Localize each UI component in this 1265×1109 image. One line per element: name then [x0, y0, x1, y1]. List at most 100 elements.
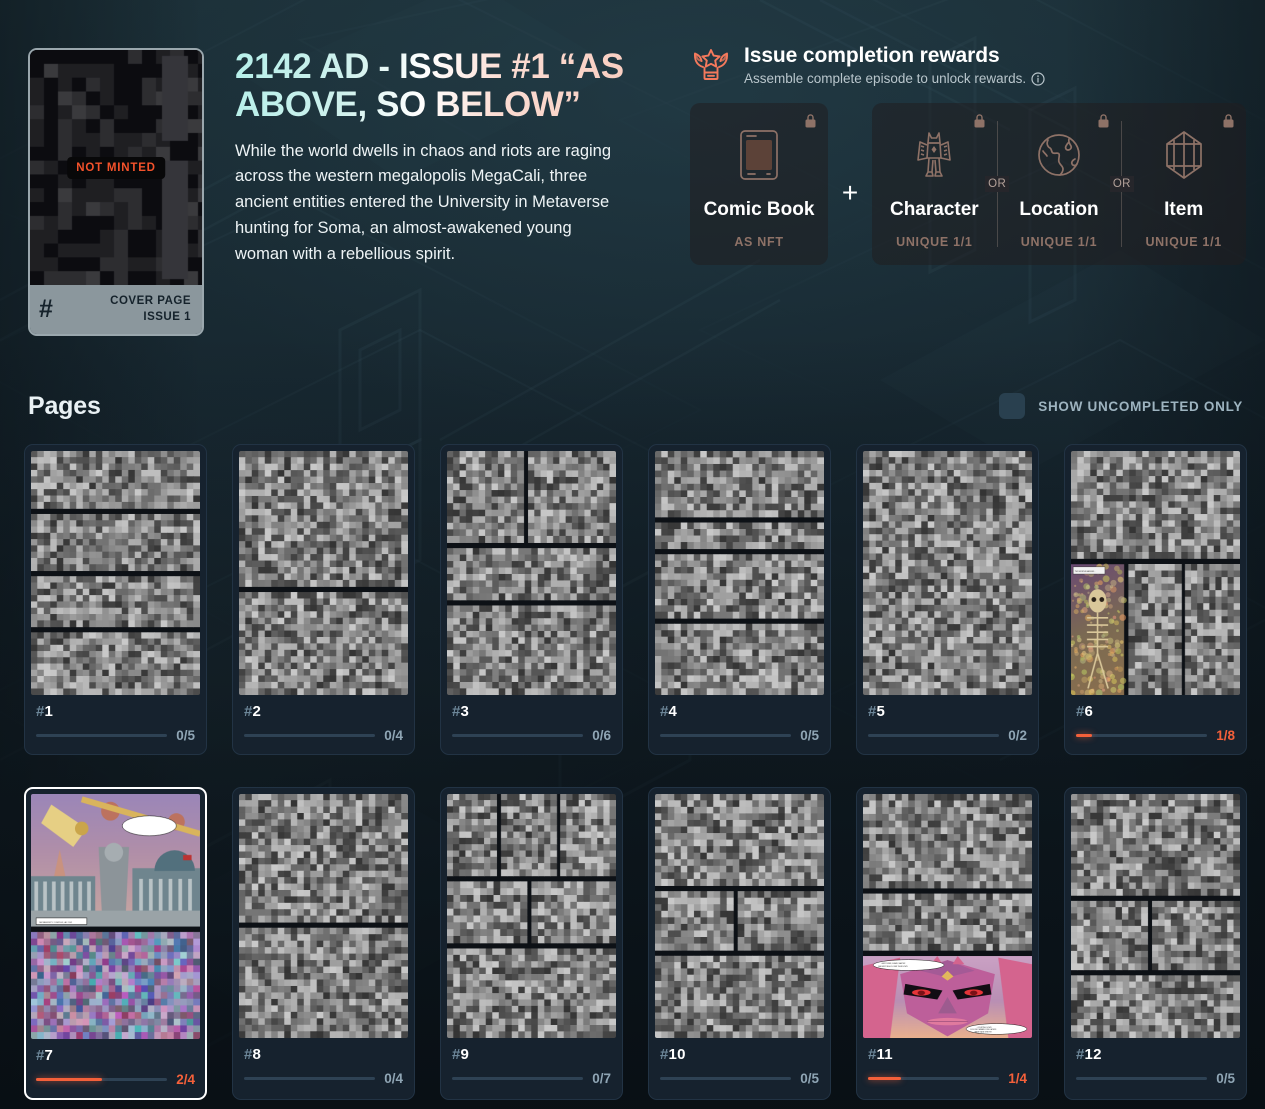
- page-number-value: 5: [876, 703, 886, 720]
- progress-track: [660, 1077, 792, 1080]
- reward-tag: UNIQUE 1/1: [1145, 235, 1222, 249]
- page-panels-art: [31, 794, 200, 1039]
- reward-tag: AS NFT: [734, 235, 784, 249]
- page-card-footer: #12 0/5: [1071, 1038, 1240, 1097]
- page-card-footer: #5 0/2: [863, 695, 1032, 754]
- progress-track: [1076, 1077, 1208, 1080]
- page-panels-art: [447, 451, 616, 695]
- page-card-10[interactable]: #10 0/5: [648, 787, 831, 1100]
- hash-icon: #: [660, 1046, 669, 1063]
- hash-icon: #: [868, 703, 877, 720]
- page-card-12[interactable]: #12 0/5: [1064, 787, 1247, 1100]
- page-card-9[interactable]: #9 0/7: [440, 787, 623, 1100]
- page-card-4[interactable]: #4 0/5: [648, 444, 831, 755]
- page-number-value: 6: [1084, 703, 1094, 720]
- page-thumbnail[interactable]: [1071, 451, 1240, 695]
- page-panels-art: [863, 794, 1032, 1038]
- page-number: #9: [452, 1047, 611, 1062]
- reward-card-item[interactable]: Item UNIQUE 1/1: [1121, 103, 1246, 265]
- page-number-value: 7: [44, 1047, 54, 1064]
- page-card-footer: #4 0/5: [655, 695, 824, 754]
- page-thumbnail[interactable]: [239, 451, 408, 695]
- hash-icon: #: [244, 703, 253, 720]
- show-uncompleted-checkbox[interactable]: [999, 393, 1026, 419]
- page-number: #3: [452, 704, 611, 719]
- reward-card-location[interactable]: Location UNIQUE 1/1 OR: [997, 103, 1134, 265]
- page-number: #8: [244, 1047, 403, 1062]
- page-progress: 0/7: [452, 1071, 611, 1086]
- page-thumbnail[interactable]: [31, 794, 200, 1039]
- hash-icon: #: [36, 703, 45, 720]
- issue-info: 2142 AD - Issue #1 “As above, so below” …: [235, 48, 627, 267]
- cover-page-card[interactable]: NOT MINTED # COVER PAGE ISSUE 1: [28, 48, 204, 336]
- page-thumbnail[interactable]: [863, 794, 1032, 1038]
- page-card-8[interactable]: #8 0/4: [232, 787, 415, 1100]
- hash-icon: #: [452, 703, 461, 720]
- reward-tag: UNIQUE 1/1: [1020, 235, 1098, 249]
- issue-description: While the world dwells in chaos and riot…: [235, 141, 612, 263]
- progress-fill: [1076, 734, 1093, 737]
- page-thumbnail[interactable]: [447, 451, 616, 695]
- comic-book-icon: [739, 127, 779, 183]
- page-card-footer: #7 2/4: [31, 1039, 200, 1098]
- page-panels-art: [1071, 794, 1240, 1038]
- page-number: #7: [36, 1048, 195, 1063]
- progress-count: 0/4: [384, 728, 403, 743]
- page-progress: 0/4: [244, 1071, 403, 1086]
- page-thumbnail[interactable]: [447, 794, 616, 1038]
- page-number-value: 9: [460, 1046, 470, 1063]
- page-thumbnail[interactable]: [1071, 794, 1240, 1038]
- page-card-11[interactable]: #11 1/4: [856, 787, 1039, 1100]
- page-panels-art: [447, 794, 616, 1038]
- page-card-1[interactable]: #1 0/5: [24, 444, 207, 755]
- show-uncompleted-only-toggle[interactable]: SHOW UNCOMPLETED ONLY: [999, 393, 1243, 419]
- page-number-value: 10: [668, 1046, 686, 1063]
- page-card-3[interactable]: #3 0/6: [440, 444, 623, 755]
- page-thumbnail[interactable]: [863, 451, 1032, 695]
- rewards-header: Issue completion rewards Assemble comple…: [690, 42, 1246, 89]
- info-icon[interactable]: [1031, 71, 1045, 86]
- page-card-6[interactable]: #6 1/8: [1064, 444, 1247, 755]
- reward-card-comic-book[interactable]: Comic Book AS NFT: [690, 103, 828, 265]
- page-card-5[interactable]: #5 0/2: [856, 444, 1039, 755]
- reward-name: Comic Book: [703, 199, 815, 220]
- page-card-footer: #6 1/8: [1071, 695, 1240, 754]
- page-number-value: 12: [1084, 1046, 1102, 1063]
- page-progress: 0/5: [660, 1071, 819, 1086]
- issue-completion-rewards-panel: Issue completion rewards Assemble comple…: [690, 42, 1246, 265]
- page-card-footer: #1 0/5: [31, 695, 200, 754]
- reward-tag: UNIQUE 1/1: [896, 235, 973, 249]
- hash-icon: #: [36, 1047, 45, 1064]
- progress-track: [1076, 734, 1208, 737]
- cover-thumbnail[interactable]: NOT MINTED: [30, 50, 202, 285]
- page-progress: 0/2: [868, 728, 1027, 743]
- page-card-footer: #3 0/6: [447, 695, 616, 754]
- progress-count: 1/4: [1008, 1071, 1027, 1086]
- page-thumbnail[interactable]: [655, 794, 824, 1038]
- page-thumbnail[interactable]: [31, 451, 200, 695]
- page-card-2[interactable]: #2 0/4: [232, 444, 415, 755]
- page-progress: 2/4: [36, 1072, 195, 1087]
- page-thumbnail[interactable]: [239, 794, 408, 1038]
- progress-track: [36, 734, 168, 737]
- page-thumbnail[interactable]: [655, 451, 824, 695]
- hash-icon: #: [244, 1046, 253, 1063]
- pages-toolbar: Pages SHOW UNCOMPLETED ONLY: [0, 385, 1265, 427]
- progress-track: [868, 1077, 1000, 1080]
- page-progress: 1/4: [868, 1071, 1027, 1086]
- cover-label-line2: ISSUE 1: [143, 310, 191, 323]
- hash-icon: #: [1076, 1046, 1085, 1063]
- page-progress: 1/8: [1076, 728, 1235, 743]
- page-panels-art: [31, 451, 200, 695]
- page-panels-art: [239, 794, 408, 1038]
- page-card-7[interactable]: #7 2/4: [24, 787, 207, 1100]
- plus-icon: +: [841, 177, 859, 208]
- progress-count: 0/5: [1216, 1071, 1235, 1086]
- progress-track: [244, 1077, 376, 1080]
- reward-card-character[interactable]: Character UNIQUE 1/1 OR: [872, 103, 1010, 265]
- progress-count: 2/4: [176, 1072, 195, 1087]
- page-number-value: 2: [252, 703, 262, 720]
- rewards-subtitle: Assemble complete episode to unlock rewa…: [744, 71, 1027, 86]
- page-progress: 0/5: [660, 728, 819, 743]
- page-number: #2: [244, 704, 403, 719]
